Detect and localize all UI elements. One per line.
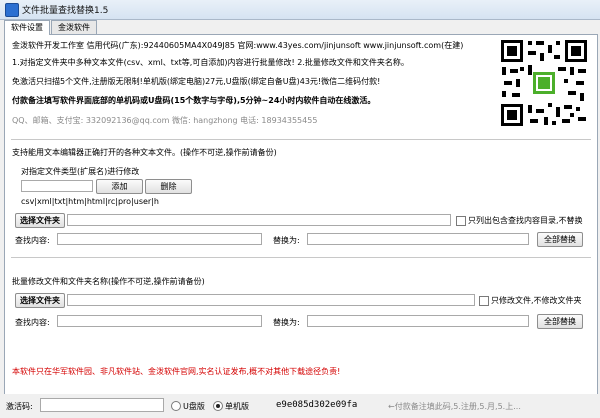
window-title: 文件批量查找替换1.5 (22, 6, 109, 16)
files-only-checkbox[interactable] (479, 296, 489, 306)
info-line-contact: QQ、邮箱、支付宝: 332092136@qq.com 微信: hangzhon… (12, 116, 318, 125)
separator (11, 139, 591, 140)
separator (11, 257, 591, 258)
select-folder-button[interactable]: 选择文件夹 (15, 213, 65, 228)
tab-jinpo[interactable]: 金泼软件 (51, 20, 97, 34)
replace-label: 替换为: (273, 236, 300, 245)
folder-path-input[interactable] (67, 214, 451, 226)
standalone-version-radio[interactable] (213, 401, 223, 411)
file-type-label: 对指定文件类型(扩展名)进行修改 (21, 167, 140, 176)
machine-code: e9e085d302e09fa (276, 400, 358, 410)
rename-replace-label: 替换为: (273, 318, 300, 327)
extension-list: csv|xml|txt|htm|html|rc|pro|user|h (21, 197, 159, 206)
info-line-payment: 付款备注填写软件界面底部的单机码或U盘码(15个数字与字母),5分钟~24小时内… (12, 96, 376, 105)
standalone-version-label: 单机版 (225, 402, 249, 411)
files-only-label: 只修改文件,不修改文件夹 (491, 296, 582, 305)
notice-text: 本软件只在华军软件园、非凡软件站、金泼软件官网,实名认证发布,概不对其他下载途径… (12, 367, 341, 376)
usb-version-radio[interactable] (171, 401, 181, 411)
rename-replace-input[interactable] (307, 315, 529, 327)
rename-folder-input[interactable] (67, 294, 475, 306)
status-bar: 激活码: U盘版 单机版 e9e085d302e09fa ←付款备注填此码,5.… (0, 394, 600, 418)
section1-heading: 支持能用文本编辑器正确打开的各种文本文件。(操作不可逆,操作前请备份) (12, 148, 277, 157)
replace-input[interactable] (307, 233, 529, 245)
activation-code-input[interactable] (40, 398, 164, 412)
info-line-pricing: 免激活只扫描5个文件,注册版无限制!单机版(绑定电脑)27元,U盘版(绑定自备U… (12, 77, 381, 86)
info-line-features: 1.对指定文件夹中多种文本文件(csv、xml、txt等,可自添加)内容进行批量… (12, 58, 409, 67)
title-bar: 文件批量查找替换1.5 (0, 0, 600, 20)
add-extension-button[interactable]: 添加 (96, 179, 143, 194)
rename-replace-all-button[interactable]: 全部替换 (537, 314, 583, 329)
usb-version-label: U盘版 (183, 402, 205, 411)
section2-heading: 批量修改文件和文件夹名称(操作不可逆,操作前请备份) (12, 277, 205, 286)
extension-input[interactable] (21, 180, 93, 192)
select-folder-button-2[interactable]: 选择文件夹 (15, 293, 65, 308)
settings-panel: 金泼软件开发工作室 信用代码(广东):92440605MA4X049J85 官网… (4, 34, 598, 396)
app-icon (5, 3, 19, 17)
list-only-label: 只列出包含查找内容目录,不替换 (468, 216, 583, 225)
rename-find-label: 查找内容: (15, 318, 50, 327)
qr-code (498, 37, 590, 129)
rename-find-input[interactable] (57, 315, 262, 327)
find-input[interactable] (57, 233, 262, 245)
delete-extension-button[interactable]: 删除 (145, 179, 192, 194)
list-only-checkbox[interactable] (456, 216, 466, 226)
machine-code-hint: ←付款备注填此码,5.注册,5.月,5.上... (388, 402, 521, 411)
tab-settings[interactable]: 软件设置 (4, 20, 50, 35)
activation-label: 激活码: (6, 402, 33, 411)
find-label: 查找内容: (15, 236, 50, 245)
replace-all-button[interactable]: 全部替换 (537, 232, 583, 247)
info-line-company: 金泼软件开发工作室 信用代码(广东):92440605MA4X049J85 官网… (12, 41, 464, 50)
